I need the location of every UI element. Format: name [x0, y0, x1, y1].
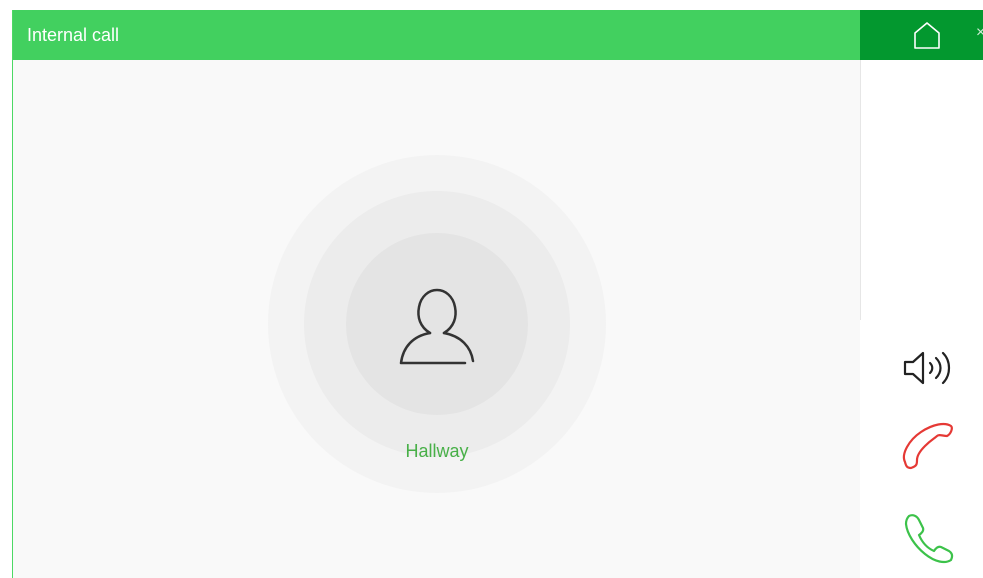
close-icon[interactable]: ×: [976, 24, 983, 42]
home-icon: [914, 22, 940, 49]
control-rail: [860, 60, 983, 578]
answer-icon: [904, 514, 954, 564]
answer-button[interactable]: [895, 508, 959, 564]
speaker-icon: [903, 351, 951, 385]
page-title: Internal call: [27, 25, 120, 45]
home-button[interactable]: ×: [860, 10, 983, 60]
hangup-icon: [902, 422, 953, 470]
speaker-button[interactable]: [895, 340, 959, 396]
caller-name: Hallway: [405, 441, 469, 461]
hangup-button[interactable]: [895, 416, 959, 472]
rail-divider: [860, 60, 861, 320]
person-icon: [399, 288, 475, 365]
header-bar: Internal call: [13, 10, 861, 60]
